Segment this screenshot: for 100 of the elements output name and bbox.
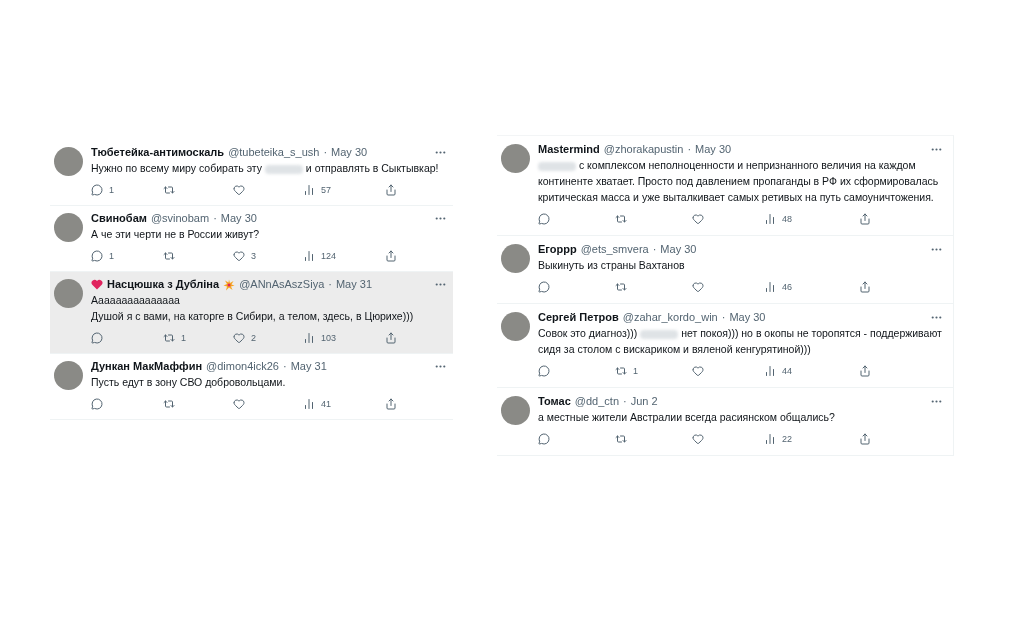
separator-dot: · bbox=[328, 277, 332, 292]
repost-icon[interactable] bbox=[163, 398, 175, 410]
bar-chart-icon[interactable] bbox=[764, 365, 776, 377]
reply-icon[interactable] bbox=[91, 332, 103, 344]
heart-icon[interactable] bbox=[692, 365, 704, 377]
reply-icon[interactable] bbox=[538, 433, 550, 445]
heart-icon[interactable] bbox=[233, 332, 245, 344]
tweet-card[interactable]: Насцюшка з Дубліна @ANnAsAszSiya · May 31 Ааааааааааааааа Душой я с вами, на каторге в Сибири, а телом, здесь, в Цюрихе))) 1 2 103 bbox=[50, 272, 453, 354]
avatar[interactable] bbox=[501, 312, 530, 341]
blurred-word bbox=[264, 164, 303, 174]
action-count: 1 bbox=[633, 366, 638, 376]
repost-icon[interactable] bbox=[615, 365, 627, 377]
action-count: 1 bbox=[181, 333, 186, 343]
separator-dot: · bbox=[687, 142, 692, 157]
user-name[interactable]: Сергей Петров bbox=[538, 310, 619, 325]
user-handle[interactable]: @tubeteika_s_ush bbox=[228, 145, 320, 160]
tweet-text: Совок это диагноз))) нет покоя))) но в окопы не торопятся - поддерживают сидя за столом с вискариком и вяленой кенгурятиной))) bbox=[538, 326, 943, 357]
user-name[interactable]: Свинобам bbox=[91, 211, 147, 226]
separator-dot: · bbox=[323, 145, 328, 160]
separator-dot: · bbox=[652, 242, 657, 257]
user-name[interactable]: Дункан МакМаффин bbox=[91, 359, 203, 374]
action-count: 124 bbox=[321, 251, 337, 261]
reply-icon[interactable] bbox=[91, 250, 103, 262]
user-handle[interactable]: @zahar_kordo_win bbox=[622, 310, 718, 325]
share-icon[interactable] bbox=[385, 398, 397, 410]
tweet-text: с комплексом неполноценности и непризнанного величия на каждом континенте хватает. Просто под давлением пропаганды в РФ их сформировалась критическая масса и уже выталкивает самых ретивых на путь самоуничтожения. bbox=[538, 158, 940, 205]
tweet-text: Выкинуть из страны Вахтанов bbox=[538, 258, 686, 273]
post-date[interactable]: May 31 bbox=[335, 277, 372, 292]
tweet-text: Ааааааааааааааа Душой я с вами, на каторге в Сибири, а телом, здесь, в Цюрихе))) bbox=[91, 293, 415, 324]
repost-icon[interactable] bbox=[163, 184, 175, 196]
separator-dot: · bbox=[721, 310, 726, 325]
reply-icon[interactable] bbox=[91, 398, 103, 410]
action-count: 48 bbox=[782, 214, 792, 224]
user-name[interactable]: Тюбетейка-антимоскаль bbox=[91, 145, 225, 160]
reply-icon[interactable] bbox=[91, 184, 103, 196]
share-icon[interactable] bbox=[385, 250, 397, 262]
user-handle[interactable]: @ANnAsAszSiya bbox=[239, 277, 325, 292]
bar-chart-icon[interactable] bbox=[303, 184, 315, 196]
bar-chart-icon[interactable] bbox=[764, 213, 776, 225]
separator-dot: · bbox=[623, 394, 627, 409]
user-name[interactable]: Mastermind bbox=[538, 142, 600, 157]
bar-chart-icon[interactable] bbox=[764, 433, 776, 445]
bar-chart-icon[interactable] bbox=[764, 281, 776, 293]
user-handle[interactable]: @dd_ctn bbox=[574, 394, 620, 409]
post-date[interactable]: May 30 bbox=[220, 211, 257, 226]
blurred-word bbox=[640, 329, 679, 339]
heart-icon[interactable] bbox=[692, 213, 704, 225]
repost-icon[interactable] bbox=[615, 213, 627, 225]
separator-dot: · bbox=[213, 211, 217, 226]
post-date[interactable]: May 31 bbox=[290, 359, 327, 374]
bar-chart-icon[interactable] bbox=[303, 250, 315, 262]
avatar[interactable] bbox=[501, 396, 530, 425]
heart-icon[interactable] bbox=[692, 281, 704, 293]
action-count: 3 bbox=[251, 251, 256, 261]
avatar[interactable] bbox=[54, 279, 83, 308]
bar-chart-icon[interactable] bbox=[303, 398, 315, 410]
avatar[interactable] bbox=[501, 144, 530, 173]
reply-icon[interactable] bbox=[538, 365, 550, 377]
avatar[interactable] bbox=[501, 244, 530, 273]
user-handle[interactable]: @ets_smvera bbox=[580, 242, 649, 257]
user-handle[interactable]: @svinobam bbox=[150, 211, 210, 226]
heart-icon[interactable] bbox=[233, 184, 245, 196]
share-icon[interactable] bbox=[859, 281, 871, 293]
user-handle[interactable]: @zhorakapustin bbox=[603, 142, 684, 157]
avatar[interactable] bbox=[54, 361, 83, 390]
repost-icon[interactable] bbox=[615, 433, 627, 445]
repost-icon[interactable] bbox=[615, 281, 627, 293]
action-count: 46 bbox=[782, 282, 792, 292]
user-name[interactable]: Насцюшка з Дубліна bbox=[107, 277, 220, 292]
separator-dot: · bbox=[283, 359, 287, 374]
avatar[interactable] bbox=[54, 147, 83, 176]
post-date[interactable]: May 30 bbox=[660, 242, 697, 257]
repost-icon[interactable] bbox=[163, 332, 175, 344]
post-date[interactable]: May 30 bbox=[729, 310, 766, 325]
bar-chart-icon[interactable] bbox=[303, 332, 315, 344]
post-date[interactable]: Jun 2 bbox=[630, 394, 658, 409]
action-count: 1 bbox=[109, 185, 114, 195]
action-count: 41 bbox=[321, 399, 331, 409]
reply-icon[interactable] bbox=[538, 213, 550, 225]
reply-icon[interactable] bbox=[538, 281, 550, 293]
share-icon[interactable] bbox=[385, 332, 397, 344]
share-icon[interactable] bbox=[859, 213, 871, 225]
post-date[interactable]: May 30 bbox=[695, 142, 732, 157]
heart-icon[interactable] bbox=[233, 250, 245, 262]
repost-icon[interactable] bbox=[163, 250, 175, 262]
action-count: 57 bbox=[321, 185, 331, 195]
heart-icon[interactable] bbox=[692, 433, 704, 445]
heart-icon[interactable] bbox=[233, 398, 245, 410]
share-icon[interactable] bbox=[859, 365, 871, 377]
action-count: 44 bbox=[782, 366, 792, 376]
user-handle[interactable]: @dimon4ick26 bbox=[206, 359, 279, 374]
share-icon[interactable] bbox=[859, 433, 871, 445]
action-count: 22 bbox=[782, 434, 792, 444]
post-date[interactable]: May 30 bbox=[331, 145, 368, 160]
blurred-word bbox=[538, 161, 576, 171]
avatar[interactable] bbox=[54, 213, 83, 242]
share-icon[interactable] bbox=[385, 184, 397, 196]
tweet-text: Нужно по всему миру собирать эту и отправлять в Сыктывкар! bbox=[91, 161, 440, 176]
user-name[interactable]: Егорpp bbox=[538, 242, 577, 257]
user-name[interactable]: Томас bbox=[538, 394, 571, 409]
